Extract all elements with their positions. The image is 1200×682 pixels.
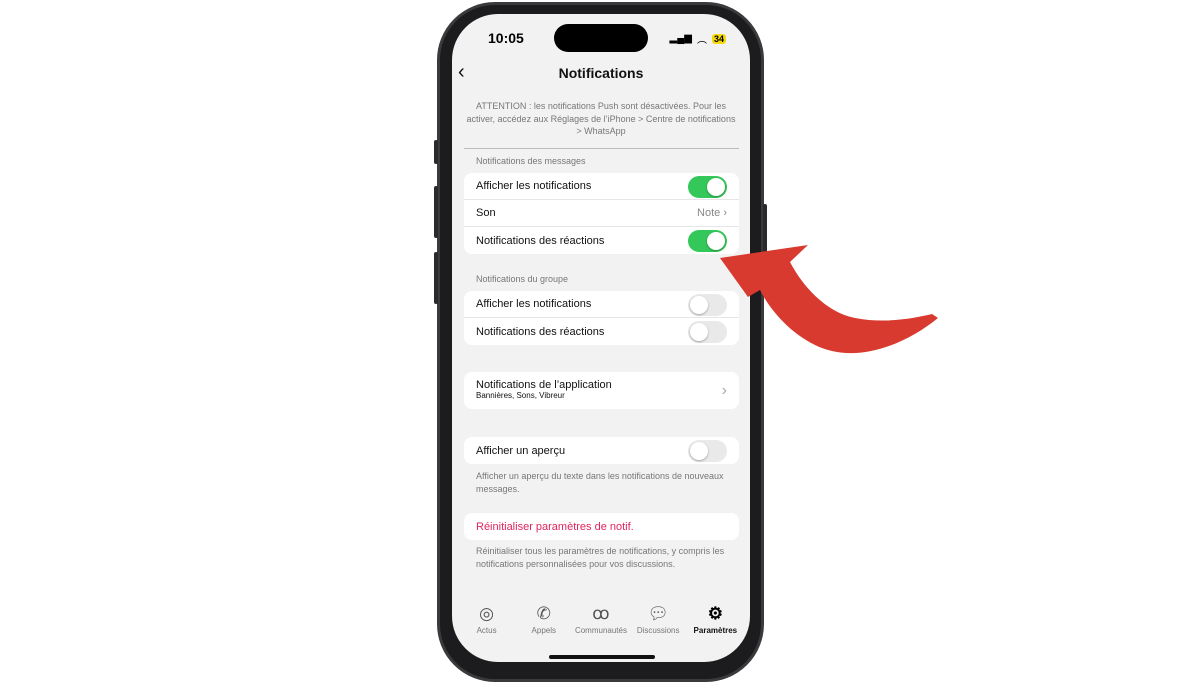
annotation-arrow [720,245,938,354]
arrow-body [720,245,938,354]
